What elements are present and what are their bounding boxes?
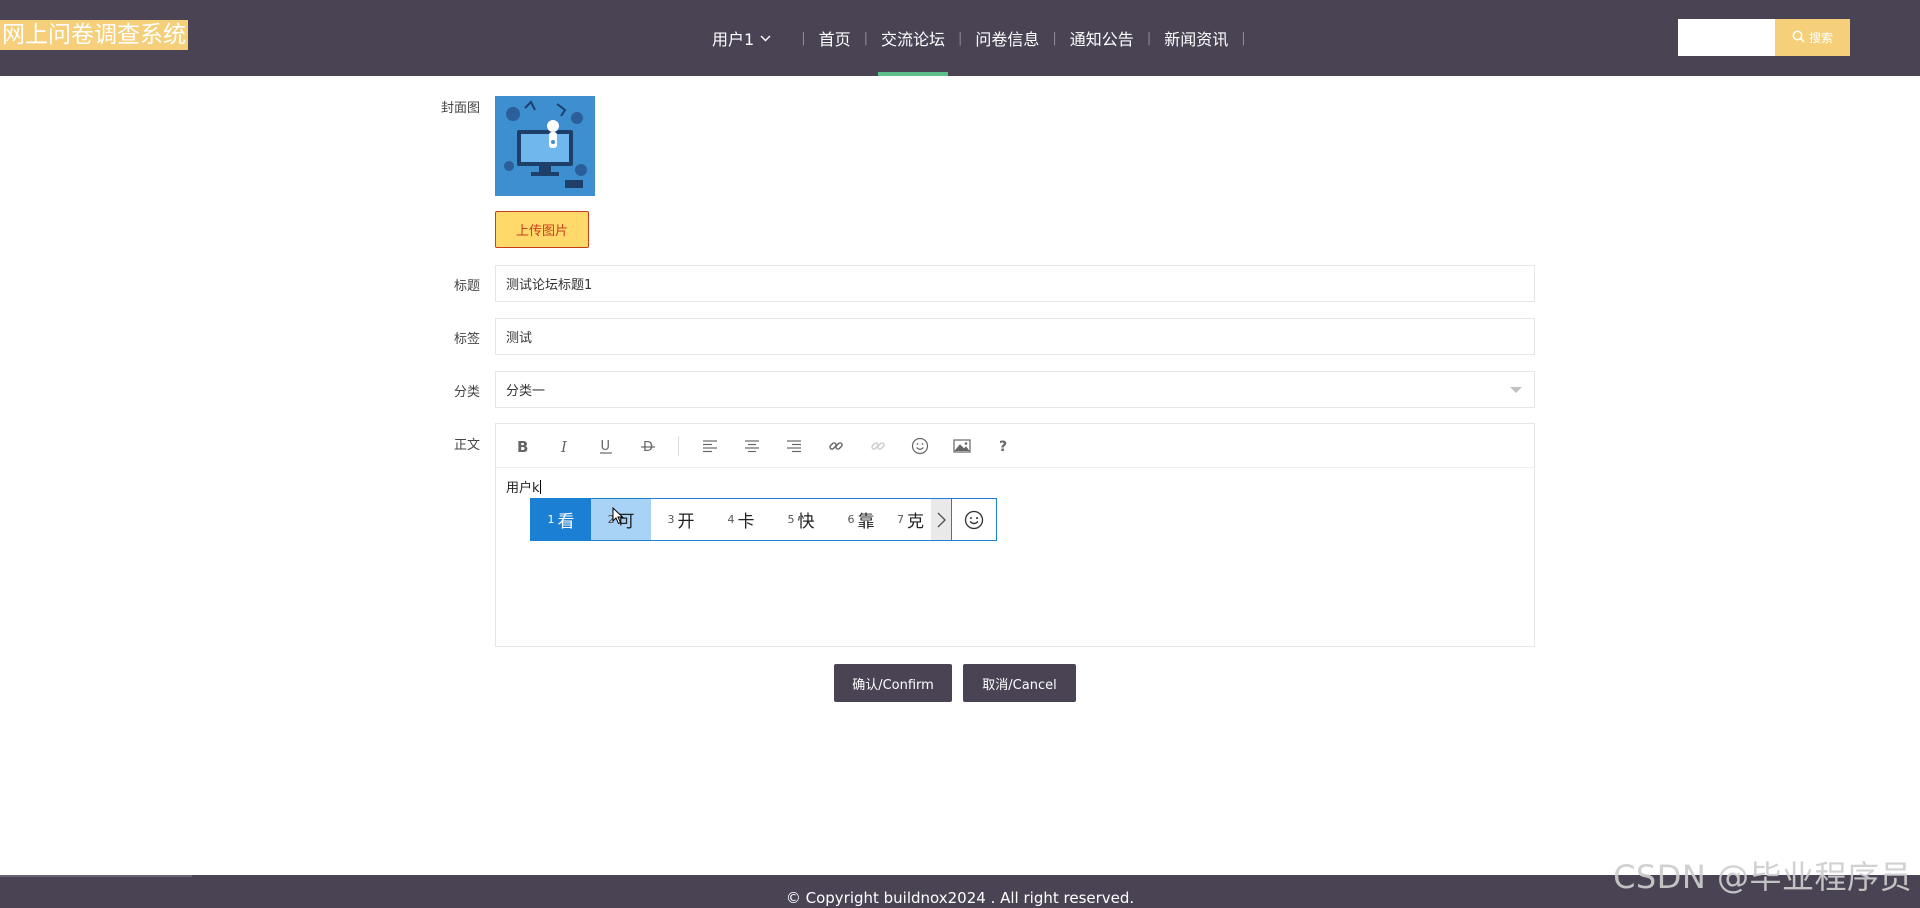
confirm-button[interactable]: 确认/Confirm — [834, 664, 952, 702]
category-select[interactable]: 分类一 — [495, 371, 1535, 408]
footer-divider — [0, 875, 192, 877]
user-menu[interactable]: 用户1 — [712, 26, 771, 50]
nav-separator: | — [1241, 30, 1246, 46]
svg-text:U: U — [601, 439, 611, 454]
ime-candidate-char: 卡 — [737, 512, 755, 532]
cover-label: 封面图 — [440, 101, 480, 116]
svg-text:B: B — [517, 438, 528, 454]
nav-separator: | — [958, 30, 963, 46]
ime-candidate[interactable]: 7 克 — [891, 499, 931, 540]
align-left-icon[interactable] — [700, 436, 720, 456]
nav-item-forum[interactable]: 交流论坛 — [877, 0, 949, 76]
image-icon[interactable] — [952, 436, 972, 456]
nav-item-home[interactable]: 首页 — [816, 0, 854, 76]
bold-icon[interactable]: B — [513, 436, 533, 456]
ime-candidate[interactable]: 3 开 — [651, 499, 711, 540]
align-center-icon[interactable] — [742, 436, 762, 456]
nav-item-survey[interactable]: 问卷信息 — [972, 0, 1042, 76]
ime-candidate-char: 看 — [557, 512, 575, 532]
text-caret — [539, 480, 541, 494]
nav-item-notice[interactable]: 通知公告 — [1067, 0, 1137, 76]
strikethrough-icon[interactable]: D — [638, 436, 658, 456]
upload-image-button[interactable]: 上传图片 — [495, 211, 589, 248]
ime-candidate[interactable]: 5 快 — [771, 499, 831, 540]
nav-separator: | — [801, 30, 806, 46]
ime-emoji-icon[interactable] — [951, 499, 996, 540]
editor-text: 用户k — [506, 481, 540, 496]
ime-candidate-char: 开 — [677, 512, 695, 532]
ime-candidate-number: 7 — [897, 513, 904, 526]
chevron-right-icon[interactable] — [931, 499, 951, 540]
cancel-button[interactable]: 取消/Cancel — [963, 664, 1076, 702]
toolbar-separator — [678, 436, 679, 456]
ime-candidate-char: 快 — [797, 512, 815, 532]
category-value: 分类一 — [506, 384, 546, 399]
dropdown-arrow-icon — [1510, 387, 1522, 393]
nav-item-news[interactable]: 新闻资讯 — [1161, 0, 1231, 76]
align-right-icon[interactable] — [784, 436, 804, 456]
ime-candidate[interactable]: 1 看 — [531, 499, 591, 540]
ime-candidate-number: 4 — [727, 513, 735, 526]
content-label: 正文 — [453, 438, 480, 453]
main-nav: 用户1 | 首页 | 交流论坛 | 问卷信息 | 通知公告 | 新闻资讯 | — [712, 0, 1256, 76]
category-label: 分类 — [453, 385, 480, 400]
tag-field[interactable]: 测试 — [495, 318, 1535, 355]
editor-content[interactable]: 用户k — [506, 477, 541, 496]
mouse-cursor-icon — [612, 506, 624, 529]
cover-image — [495, 96, 595, 196]
top-header: 网上问卷调查系统 用户1 | 首页 | 交流论坛 | 问卷信息 | 通知公告 |… — [0, 0, 1920, 76]
ime-candidate-number: 3 — [667, 513, 675, 526]
help-icon[interactable]: ? — [994, 436, 1014, 456]
nav-separator: | — [863, 30, 868, 46]
watermark-text: CSDN @毕业程序员 — [1613, 858, 1912, 896]
user-menu-label: 用户1 — [712, 30, 755, 49]
unlink-icon[interactable] — [868, 436, 888, 456]
nav-separator: | — [1146, 30, 1152, 46]
emoji-icon[interactable] — [910, 436, 930, 456]
tag-label: 标签 — [453, 332, 480, 347]
ime-candidate-number: 1 — [547, 513, 555, 526]
ime-candidate-number: 5 — [787, 513, 795, 526]
search-input[interactable] — [1678, 19, 1776, 56]
ime-candidate[interactable]: 6 靠 — [831, 499, 891, 540]
svg-text:I: I — [560, 438, 568, 454]
ime-candidate-number: 6 — [847, 513, 855, 526]
nav-separator: | — [1052, 30, 1057, 46]
chevron-down-icon — [760, 32, 771, 45]
site-logo[interactable]: 网上问卷调查系统 — [0, 20, 188, 50]
ime-candidate[interactable]: 4 卡 — [711, 499, 771, 540]
svg-text:?: ? — [999, 439, 1007, 454]
link-icon[interactable] — [826, 436, 846, 456]
search-button-label: 搜索 — [1808, 31, 1833, 45]
title-label: 标题 — [453, 279, 480, 294]
search-icon — [1792, 30, 1805, 46]
ime-candidate-bar: 1 看 2 可 3 开 4 卡 5 快 6 靠 7 克 — [530, 498, 997, 541]
underline-icon[interactable]: U — [596, 436, 616, 456]
title-field[interactable]: 测试论坛标题1 — [495, 265, 1535, 302]
ime-candidate-char: 靠 — [857, 512, 875, 532]
ime-candidate-char: 克 — [907, 512, 924, 532]
editor-toolbar: B I U D ? — [496, 424, 1534, 468]
italic-icon[interactable]: I — [555, 436, 575, 456]
search-button[interactable]: 搜索 — [1775, 19, 1850, 56]
